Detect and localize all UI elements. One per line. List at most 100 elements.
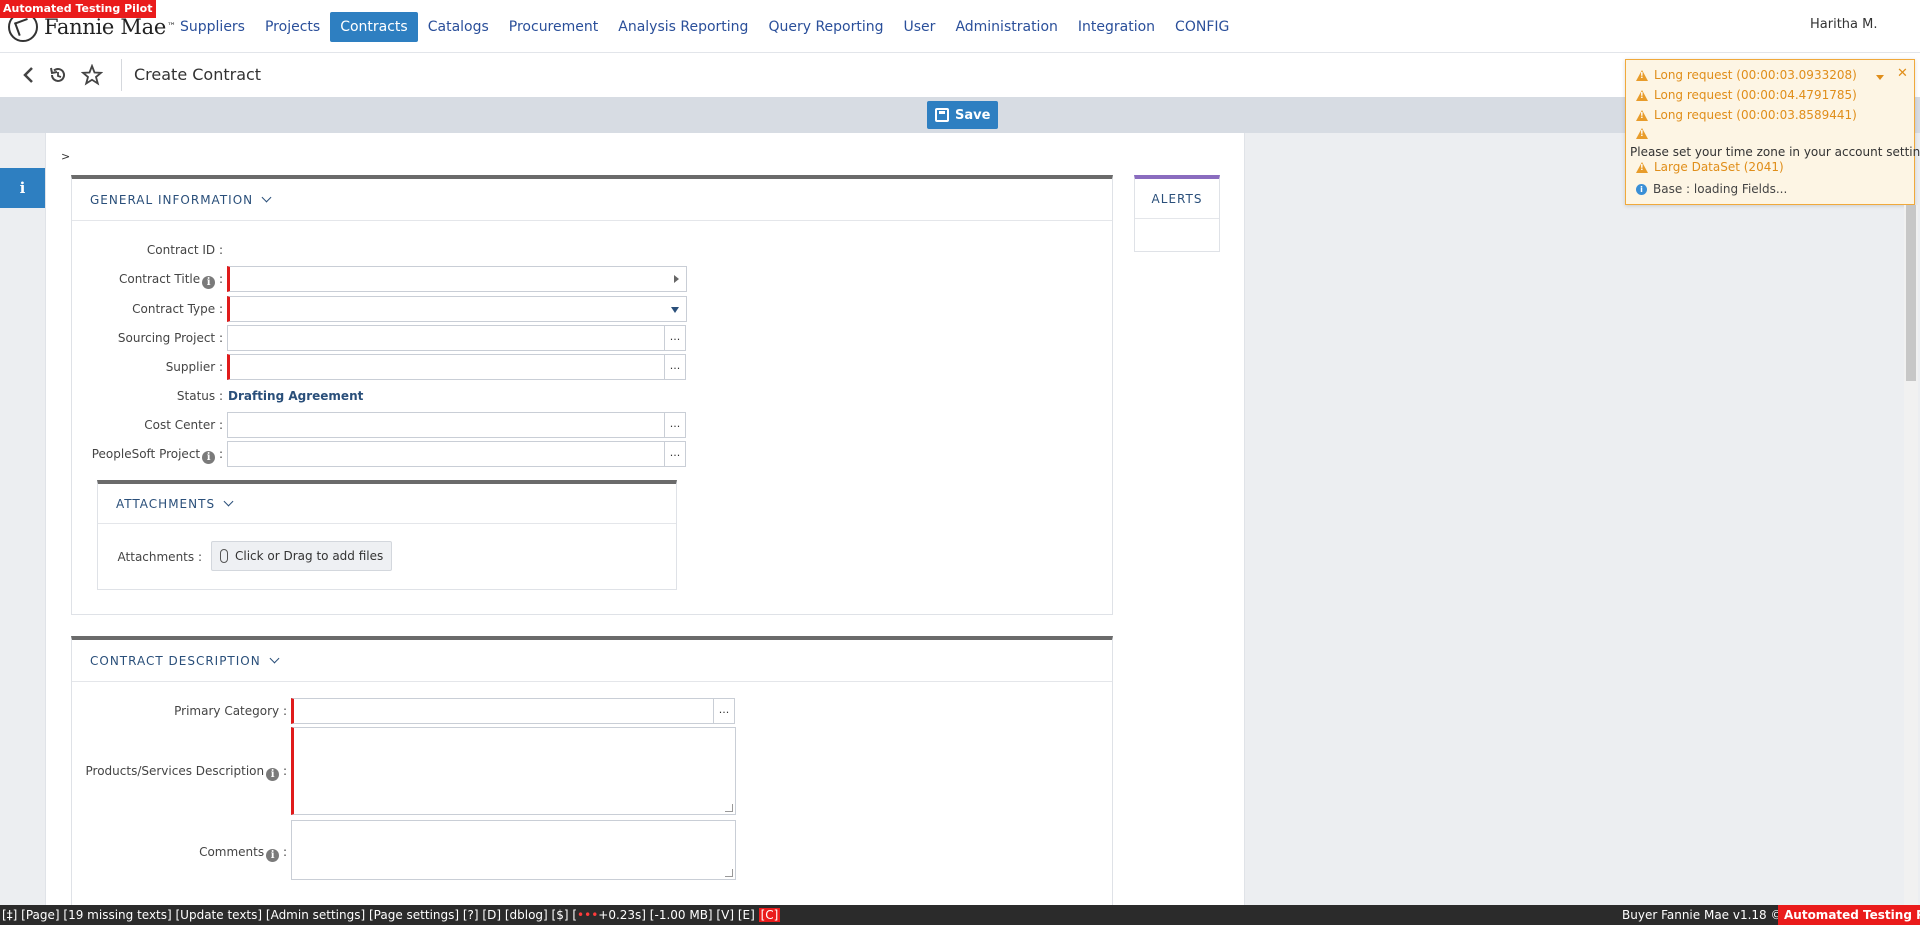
- cost-center-lookup-button[interactable]: ...: [664, 412, 686, 438]
- supplier-input[interactable]: [227, 354, 665, 380]
- caret-right-icon: [674, 275, 679, 283]
- info-icon[interactable]: i: [202, 451, 216, 464]
- info-panel-toggle[interactable]: i: [0, 168, 45, 208]
- notification-loading: i Base : loading Fields...: [1636, 182, 1787, 196]
- warning-icon: [1636, 161, 1648, 173]
- chevron-down-icon: [223, 496, 234, 507]
- sourcing-project-label: Sourcing Project :: [117, 331, 223, 345]
- comments-textarea[interactable]: [291, 820, 736, 880]
- nav-integration[interactable]: Integration: [1068, 12, 1165, 42]
- attachments-section: ATTACHMENTS: [97, 480, 677, 590]
- test-badge: Automated Testing Pilot: [0, 0, 156, 18]
- nav-suppliers[interactable]: Suppliers: [170, 12, 255, 42]
- info-circle-icon: i: [1636, 183, 1647, 195]
- warning-icon: [1636, 128, 1648, 139]
- add-files-label: Click or Drag to add files: [235, 549, 384, 563]
- peoplesoft-project-lookup-button[interactable]: ...: [664, 441, 686, 467]
- notification-panel: Long request (00:00:03.0933208) Long req…: [1625, 59, 1920, 205]
- test-badge-bottom: Automated Testing Pilot: [1778, 905, 1920, 925]
- supplier-lookup-button[interactable]: ...: [664, 354, 686, 380]
- colon: :: [282, 764, 287, 778]
- page-scrollbar[interactable]: [1904, 205, 1918, 905]
- close-icon[interactable]: ✕: [1897, 66, 1908, 81]
- chevron-down-icon: [269, 653, 280, 664]
- scrollbar-thumb[interactable]: [1906, 205, 1916, 381]
- products-services-textarea[interactable]: [291, 727, 736, 815]
- notification-long-request-2: Long request (00:00:04.4791785): [1636, 88, 1857, 102]
- titlebar-divider: [121, 59, 122, 91]
- section-title: CONTRACT DESCRIPTION: [90, 653, 261, 668]
- info-icon[interactable]: i: [266, 849, 280, 862]
- colon: :: [218, 447, 223, 461]
- notification-warning-empty: [1636, 128, 1648, 139]
- colon: :: [282, 845, 287, 859]
- notification-text: Long request (00:00:04.4791785): [1654, 88, 1857, 102]
- primary-category-lookup-button[interactable]: ...: [713, 698, 735, 724]
- timezone-message: Please set your time zone in your accoun…: [1630, 145, 1920, 159]
- primary-category-label: Primary Category :: [174, 704, 287, 718]
- main-menu: Suppliers Projects Contracts Catalogs Pr…: [170, 12, 1239, 42]
- nav-analysis-reporting[interactable]: Analysis Reporting: [608, 12, 758, 42]
- status-value: Drafting Agreement: [228, 389, 364, 403]
- save-button-label: Save: [955, 107, 991, 123]
- cost-center-input[interactable]: [227, 412, 665, 438]
- nav-projects[interactable]: Projects: [255, 12, 330, 42]
- notification-large-dataset: Large DataSet (2041): [1636, 160, 1784, 174]
- section-title: GENERAL INFORMATION: [90, 192, 254, 207]
- favorite-star-icon[interactable]: [80, 63, 104, 87]
- peoplesoft-project-input[interactable]: [227, 441, 665, 467]
- nav-config[interactable]: CONFIG: [1165, 12, 1239, 42]
- debug-stats[interactable]: +0.23s] [-1.00 MB] [V] [E]: [598, 908, 758, 922]
- resize-handle-icon[interactable]: [725, 804, 733, 812]
- debug-links[interactable]: [‡] [Page] [19 missing texts] [Update te…: [2, 908, 577, 922]
- peoplesoft-project-text: PeopleSoft Project: [91, 447, 201, 461]
- back-chevron-icon[interactable]: [17, 63, 41, 87]
- alerts-title: ALERTS: [1135, 179, 1219, 219]
- nav-query-reporting[interactable]: Query Reporting: [758, 12, 893, 42]
- notification-long-request-1: Long request (00:00:03.0933208): [1636, 68, 1857, 82]
- paperclip-icon: [220, 549, 228, 563]
- user-menu[interactable]: Haritha M.: [1810, 17, 1877, 32]
- notification-text: Large DataSet (2041): [1654, 160, 1784, 174]
- contract-title-text: Contract Title: [118, 272, 201, 286]
- nav-user[interactable]: User: [894, 12, 946, 42]
- logo-text: Fannie Mae: [44, 15, 166, 39]
- info-icon[interactable]: i: [202, 276, 216, 289]
- contract-description-header[interactable]: CONTRACT DESCRIPTION: [72, 640, 1112, 682]
- comments-text: Comments: [199, 845, 265, 859]
- primary-category-input[interactable]: [291, 698, 714, 724]
- notification-text: Long request (00:00:03.8589441): [1654, 108, 1857, 122]
- nav-catalogs[interactable]: Catalogs: [418, 12, 499, 42]
- attachments-label: Attachments :: [117, 550, 202, 564]
- resize-handle-icon[interactable]: [725, 869, 733, 877]
- notification-long-request-3: Long request (00:00:03.8589441): [1636, 108, 1857, 122]
- save-button[interactable]: Save: [927, 101, 999, 129]
- products-services-text: Products/Services Description: [85, 764, 265, 778]
- history-icon[interactable]: [46, 63, 70, 87]
- top-navigation: Automated Testing Pilot Fannie Mae ™ Supp…: [0, 0, 1920, 53]
- general-information-header[interactable]: GENERAL INFORMATION: [72, 179, 1112, 221]
- sourcing-project-input[interactable]: [227, 325, 665, 351]
- peoplesoft-project-label: PeopleSoft Project i :: [80, 447, 223, 464]
- app-version: Buyer Fannie Mae v1.18 ©: [1622, 908, 1783, 922]
- contract-id-label: Contract ID :: [146, 243, 223, 257]
- nav-administration[interactable]: Administration: [945, 12, 1067, 42]
- add-files-dropzone[interactable]: Click or Drag to add files: [211, 541, 393, 571]
- collapse-chevron-icon[interactable]: [1875, 70, 1885, 85]
- contract-title-input[interactable]: [227, 266, 687, 292]
- page-title: Create Contract: [134, 65, 262, 84]
- notification-text: Long request (00:00:03.0933208): [1654, 68, 1857, 82]
- nav-contracts[interactable]: Contracts: [330, 12, 418, 42]
- colon: :: [218, 272, 223, 286]
- contract-title-label: Contract Title i :: [80, 272, 223, 289]
- attachments-header[interactable]: ATTACHMENTS: [98, 484, 676, 524]
- contract-type-select[interactable]: [227, 296, 687, 322]
- sourcing-project-lookup-button[interactable]: ...: [664, 325, 686, 351]
- dropdown-caret-icon: [671, 307, 679, 313]
- nav-procurement[interactable]: Procurement: [499, 12, 608, 42]
- floppy-disk-icon: [935, 108, 949, 122]
- alerts-panel: ALERTS: [1134, 175, 1220, 252]
- debug-c-button[interactable]: [C]: [758, 908, 781, 922]
- warning-icon: [1636, 69, 1648, 81]
- info-icon[interactable]: i: [266, 768, 280, 781]
